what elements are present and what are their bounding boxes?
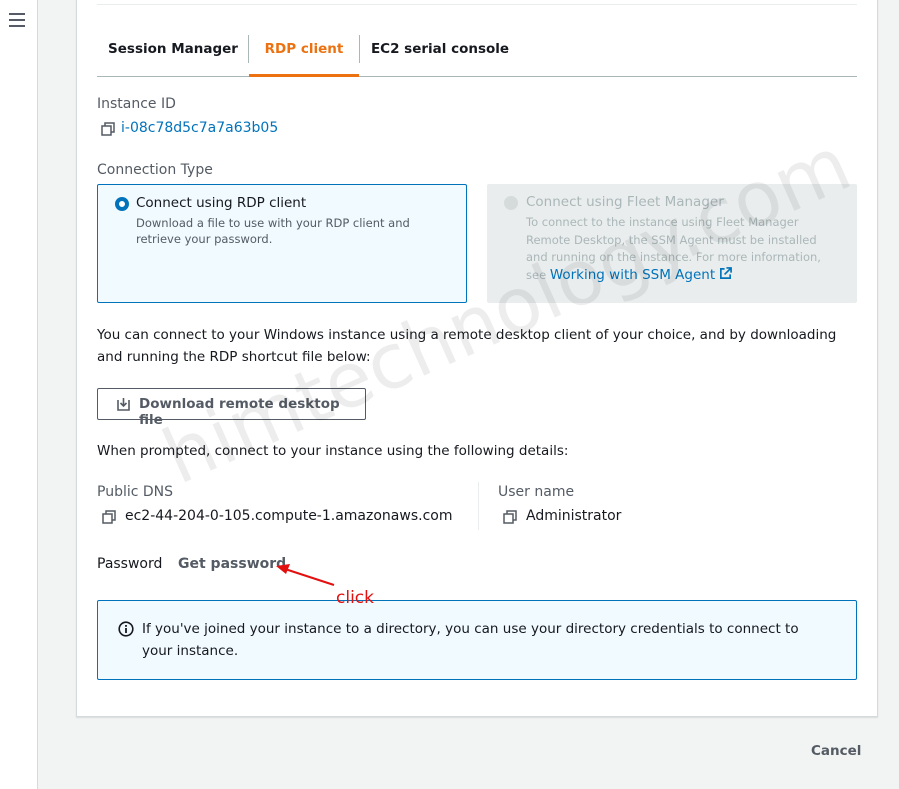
download-icon (117, 398, 130, 411)
info-icon (118, 621, 134, 637)
rdp-client-option[interactable]: Connect using RDP client Download a file… (97, 184, 467, 303)
fleet-manager-radio (504, 196, 518, 210)
instance-id-link[interactable]: i-08c78d5c7a7a63b05 (121, 120, 278, 136)
password-label: Password (97, 556, 163, 572)
public-dns-label: Public DNS (97, 484, 174, 500)
connect-tabs: Session Manager RDP client EC2 serial co… (97, 25, 857, 77)
fleet-manager-option: Connect using Fleet Manager To connect t… (487, 184, 857, 303)
user-name-value: Administrator (526, 508, 622, 524)
rdp-client-option-description: Download a file to use with your RDP cli… (136, 216, 410, 246)
user-name-label: User name (498, 484, 575, 500)
external-link-icon (720, 266, 733, 279)
copy-icon[interactable] (101, 122, 115, 136)
divider (97, 4, 857, 5)
connect-panel: Session Manager RDP client EC2 serial co… (76, 0, 878, 717)
fleet-manager-option-description: To connect to the instance using Fleet M… (526, 214, 836, 284)
copy-icon[interactable] (102, 510, 116, 524)
rdp-client-radio[interactable] (115, 197, 129, 211)
download-button-label: Download remote desktop file (139, 396, 340, 428)
tab-rdp-client[interactable]: RDP client (249, 25, 359, 77)
cancel-button[interactable]: Cancel (811, 743, 861, 759)
download-remote-desktop-file-button[interactable]: Download remote desktop file (97, 388, 366, 428)
tab-session-manager[interactable]: Session Manager (97, 25, 249, 77)
annotation-arrow-icon (276, 564, 335, 586)
left-navigation-rail (0, 0, 38, 789)
column-divider (478, 482, 479, 530)
working-with-ssm-agent-link[interactable]: Working with SSM Agent (550, 267, 733, 283)
ssm-agent-link-text: Working with SSM Agent (549, 266, 716, 283)
info-text: If you've joined your instance to a dire… (142, 621, 799, 659)
public-dns-value: ec2-44-204-0-105.compute-1.amazonaws.com (125, 508, 453, 524)
fleet-manager-option-title: Connect using Fleet Manager (526, 194, 724, 210)
connection-type-label: Connection Type (97, 162, 213, 178)
tab-ec2-serial-console[interactable]: EC2 serial console (359, 25, 521, 77)
rdp-client-option-title: Connect using RDP client (136, 195, 307, 211)
instance-id-label: Instance ID (97, 96, 176, 112)
annotation-click-label: click (336, 588, 374, 608)
intro-text: You can connect to your Windows instance… (97, 327, 837, 365)
copy-icon[interactable] (503, 510, 517, 524)
directory-info-alert: If you've joined your instance to a dire… (97, 600, 857, 680)
hamburger-menu-icon[interactable] (9, 13, 25, 27)
prompt-text: When prompted, connect to your instance … (97, 443, 569, 459)
